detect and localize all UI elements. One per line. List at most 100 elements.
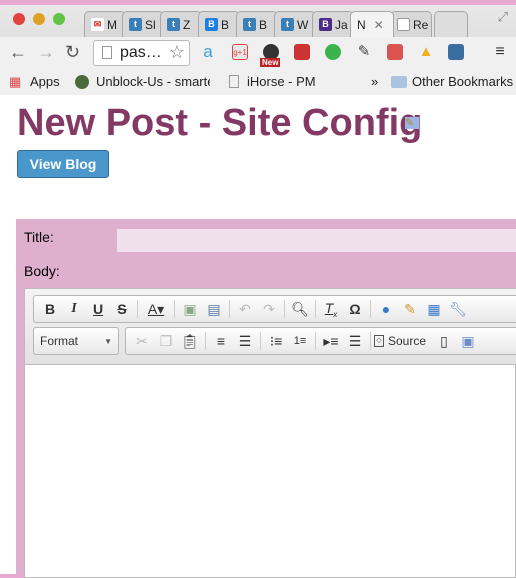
body-label: Body: bbox=[24, 263, 60, 279]
tab-label: M bbox=[107, 17, 117, 32]
italic-button[interactable]: I bbox=[62, 301, 86, 317]
view-blog-button[interactable]: View Blog bbox=[17, 150, 109, 178]
bold-button[interactable]: B bbox=[38, 301, 62, 317]
extension-a-icon[interactable]: a bbox=[200, 43, 216, 60]
rich-text-editor: B I U S A▾ ▣ ▤ ↶ ↷ 🔍︎ Tx Ω ● ✎ ▦ 🔧︎ Form… bbox=[24, 288, 516, 578]
media-icon[interactable]: ▣ bbox=[456, 333, 480, 350]
tiki-icon: t bbox=[167, 18, 180, 31]
menu-icon[interactable]: ≡ bbox=[492, 44, 508, 60]
find-icon[interactable]: 🔍︎ bbox=[288, 301, 312, 318]
google-drive-icon[interactable]: ▲ bbox=[418, 44, 434, 60]
close-tab-icon[interactable]: ✕ bbox=[374, 18, 384, 32]
tab-active[interactable]: N ✕ bbox=[350, 11, 394, 37]
tab[interactable]: ✉ M bbox=[84, 11, 126, 37]
new-tab-button[interactable] bbox=[434, 11, 468, 37]
tab[interactable]: tZ bbox=[160, 11, 202, 37]
address-bar[interactable]: pas… ☆ bbox=[93, 40, 190, 66]
tab-label: Sl bbox=[145, 17, 156, 32]
align-center-icon[interactable]: ☰ bbox=[233, 333, 257, 350]
post-form: Title: Body: B I U S A▾ ▣ ▤ ↶ ↷ 🔍︎ Tx Ω … bbox=[16, 219, 516, 578]
browser-toolbar: ← → ↻ pas… ☆ a g+1 New ✎ ▲ ≡ bbox=[0, 37, 516, 69]
bookmark-ihorse[interactable]: iHorse - PM bbox=[247, 74, 316, 89]
title-input[interactable] bbox=[117, 229, 516, 252]
page-icon bbox=[102, 46, 112, 59]
format-label: Format bbox=[40, 334, 79, 348]
title-label: Title: bbox=[24, 229, 54, 245]
bulleted-list-icon[interactable]: ⁝≡ bbox=[264, 333, 288, 350]
tab-label: W bbox=[297, 17, 309, 32]
bookmarks-overflow-button[interactable]: » bbox=[371, 74, 378, 89]
settings-wrench-icon[interactable]: 🔧︎ bbox=[446, 301, 470, 318]
editor-content-area[interactable] bbox=[25, 366, 515, 577]
page-icon bbox=[397, 18, 410, 31]
save-icon[interactable]: ▦ bbox=[422, 301, 446, 318]
tab[interactable]: Re bbox=[390, 11, 432, 37]
fullscreen-icon[interactable]: ⤢ bbox=[498, 9, 508, 25]
source-label: Source bbox=[388, 334, 427, 348]
show-blocks-icon[interactable]: ▯ bbox=[432, 333, 456, 350]
text-color-button[interactable]: A▾ bbox=[141, 301, 171, 318]
hootsuite-icon[interactable] bbox=[448, 44, 464, 60]
link-button[interactable]: ▤ bbox=[202, 301, 226, 318]
new-badge: New bbox=[260, 58, 281, 67]
b-icon: B bbox=[205, 18, 218, 31]
tab[interactable]: tW bbox=[274, 11, 316, 37]
book-icon[interactable] bbox=[387, 44, 403, 60]
edit-plugin-icon[interactable]: ✎ bbox=[398, 301, 422, 318]
separator bbox=[315, 332, 316, 350]
remove-format-icon[interactable]: Tx bbox=[319, 300, 343, 319]
separator bbox=[260, 332, 261, 350]
toolbar-row-2: ✂ ❐ 📋︎ ≡ ☰ ⁝≡ 1≡ ▸≡ ☰ ◇ Source ▯ ▣ bbox=[125, 327, 516, 355]
folder-icon bbox=[391, 76, 407, 88]
tab-label: Ja bbox=[335, 17, 348, 32]
tiki-icon: t bbox=[129, 18, 142, 31]
hangouts-icon[interactable] bbox=[325, 44, 341, 60]
edit-pencil-icon[interactable]: ✎ bbox=[405, 117, 419, 129]
google-plus-one-icon[interactable]: g+1 bbox=[232, 44, 248, 60]
separator bbox=[205, 332, 206, 350]
page-content: New Post - Site Config ✎ View Blog Title… bbox=[0, 95, 516, 578]
zoom-window-button[interactable] bbox=[53, 13, 65, 25]
chevron-down-icon: ▼ bbox=[104, 336, 112, 346]
close-window-button[interactable] bbox=[13, 13, 25, 25]
back-icon[interactable]: ← bbox=[9, 42, 27, 63]
numbered-list-icon[interactable]: 1≡ bbox=[288, 335, 312, 347]
bookmark-unblock-us[interactable]: Unblock-Us - smarte bbox=[96, 74, 210, 89]
source-button[interactable]: ◇ Source bbox=[374, 334, 426, 348]
copy-icon[interactable]: ❐ bbox=[154, 333, 178, 350]
special-character-icon[interactable]: Ω bbox=[343, 301, 367, 317]
image-button[interactable]: ▣ bbox=[178, 301, 202, 318]
align-left-icon[interactable]: ≡ bbox=[209, 333, 233, 349]
reload-icon[interactable]: ↻ bbox=[65, 42, 80, 63]
source-icon: ◇ bbox=[374, 335, 384, 347]
minimize-window-button[interactable] bbox=[33, 13, 45, 25]
redo-icon[interactable]: ↷ bbox=[257, 301, 281, 318]
bookmarks-bar: ▦ Apps Unblock-Us - smarte iHorse - PM »… bbox=[0, 69, 516, 95]
tab[interactable]: tB bbox=[236, 11, 278, 37]
gmail-icon: ✉ bbox=[91, 18, 104, 31]
tiki-icon: t bbox=[243, 18, 256, 31]
undo-icon[interactable]: ↶ bbox=[233, 301, 257, 318]
tab[interactable]: t Sl bbox=[122, 11, 164, 37]
cut-icon[interactable]: ✂ bbox=[130, 333, 154, 350]
other-bookmarks[interactable]: Other Bookmarks bbox=[412, 74, 513, 89]
tab[interactable]: BB bbox=[198, 11, 240, 37]
page-icon bbox=[229, 75, 239, 88]
pdf-extension-icon[interactable] bbox=[294, 44, 310, 60]
tab-strip: ✉ M t Sl tZ BB tB tW B Ja N ✕ Re bbox=[84, 11, 468, 37]
indent-icon[interactable]: ▸≡ bbox=[319, 333, 343, 350]
forward-icon[interactable]: → bbox=[37, 42, 55, 63]
underline-button[interactable]: U bbox=[86, 301, 110, 317]
strikethrough-button[interactable]: S bbox=[110, 301, 134, 317]
paste-icon[interactable]: 📋︎ bbox=[178, 333, 202, 350]
horizontal-rule-icon[interactable]: ☰ bbox=[343, 333, 367, 350]
pencil-icon[interactable]: ✎ bbox=[356, 44, 372, 60]
format-dropdown[interactable]: Format ▼ bbox=[33, 327, 119, 355]
help-icon[interactable]: ● bbox=[374, 301, 398, 317]
bootstrap-icon: B bbox=[319, 18, 332, 31]
globe-icon bbox=[75, 75, 89, 89]
star-icon[interactable]: ☆ bbox=[169, 42, 185, 63]
separator bbox=[284, 300, 285, 318]
tab[interactable]: B Ja bbox=[312, 11, 354, 37]
bookmark-apps[interactable]: Apps bbox=[30, 74, 60, 89]
